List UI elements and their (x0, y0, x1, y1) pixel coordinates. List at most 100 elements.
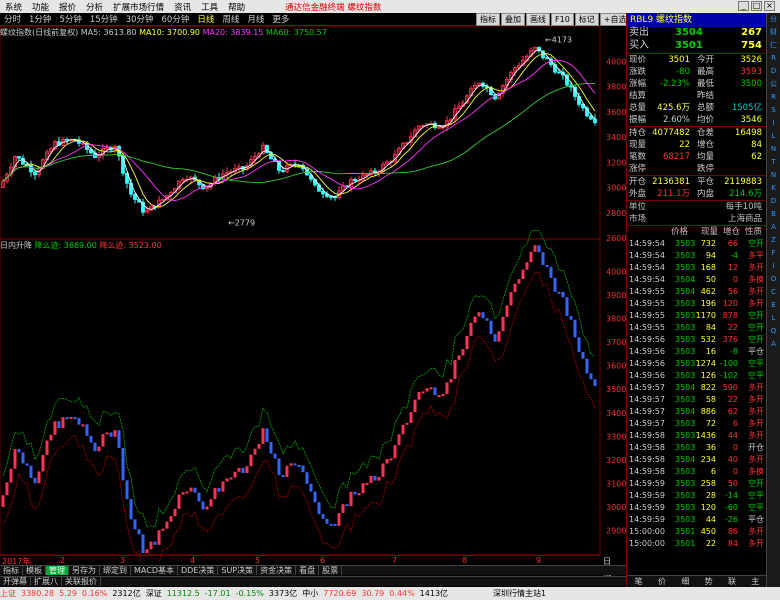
side-tool[interactable]: A (767, 338, 780, 351)
tab-watch[interactable]: 看盘 (296, 566, 320, 575)
step-bar (65, 417, 69, 420)
tick-row: 14:59:58 3503 1436 44 多开 (629, 431, 764, 440)
tab-fund[interactable]: 资金决策 (257, 566, 297, 575)
kline-chart[interactable]: 4000 3800 3600 3400 3200 3000 2800 2600 4000 390… (0, 26, 630, 562)
side-tool[interactable]: A (767, 221, 780, 234)
candle-body (353, 179, 357, 182)
step-bar (465, 335, 469, 350)
panel-tab-trade[interactable]: 笔 (627, 576, 650, 587)
tab-indicator[interactable]: 指标 (0, 566, 23, 575)
step-bar (181, 492, 185, 495)
tab-template[interactable]: 模板 (23, 566, 46, 575)
tab-related[interactable]: 关联报价 (62, 577, 101, 586)
quote-row: 涨跌 -80 最高 3593 (629, 67, 762, 77)
tick-row: 14:59:56 3503 16 -8 平仓 (629, 347, 764, 356)
period-3[interactable]: 5分钟 (55, 13, 85, 25)
buy-row: 买入 3501 754 (629, 40, 762, 51)
menu-info[interactable]: 资讯 (169, 1, 196, 13)
side-tool[interactable]: I (767, 117, 780, 130)
panel-tab-main[interactable]: 主 (744, 576, 767, 587)
side-tool[interactable]: E (767, 299, 780, 312)
side-tool[interactable]: 公 (767, 78, 780, 91)
panel-tab-link[interactable]: 联 (720, 576, 743, 587)
period-10[interactable]: 更多 (268, 13, 293, 25)
draw-button[interactable]: 画线 (526, 13, 550, 26)
menu-function[interactable]: 功能 (27, 1, 54, 13)
side-tool[interactable]: L (767, 130, 780, 143)
tick-list[interactable]: 14:59:54 3503 732 66 空开 14:59:54 3503 94 -4 多平 14:… (627, 238, 766, 550)
side-tool[interactable]: F (767, 247, 780, 260)
period-6[interactable]: 60分钟 (158, 13, 194, 25)
f10-button[interactable]: F10 (551, 13, 574, 26)
side-tool[interactable]: D (767, 195, 780, 208)
tick-row: 14:59:57 3504 886 62 多开 (629, 407, 764, 416)
period-2[interactable]: 1分钟 (25, 13, 55, 25)
tab-saveas[interactable]: 另存为 (69, 566, 100, 575)
side-tool[interactable]: N (767, 169, 780, 182)
step-bar (41, 454, 45, 472)
tab-ext8[interactable]: 扩展八 (31, 577, 62, 586)
tab-dde[interactable]: DDE决策 (178, 566, 219, 575)
step-bar (409, 412, 413, 423)
side-tool[interactable]: R (767, 91, 780, 104)
side-tool[interactable]: 仁 (767, 39, 780, 52)
side-tool[interactable]: R (767, 52, 780, 65)
tab-manage[interactable]: 管理 (46, 566, 69, 575)
period-5[interactable]: 30分钟 (122, 13, 158, 25)
period-9[interactable]: 月线 (243, 13, 268, 25)
side-tool[interactable]: N (767, 143, 780, 156)
step-bar (321, 513, 325, 519)
side-tool[interactable]: C (767, 286, 780, 299)
date-label: 7 (392, 556, 398, 565)
panel-tab-price[interactable]: 价 (650, 576, 673, 587)
tab-macd[interactable]: MACD基本 (131, 566, 178, 575)
side-tool[interactable]: B (767, 208, 780, 221)
minimize-icon[interactable]: _ (738, 1, 749, 11)
y-tick-label: 3200 (606, 158, 626, 167)
side-tool[interactable]: L (767, 312, 780, 325)
panel-tab-trend[interactable]: 势 (697, 576, 720, 587)
step-bar (97, 446, 101, 452)
side-tool[interactable]: 分 (767, 13, 780, 26)
side-tool[interactable]: T (767, 156, 780, 169)
close-icon[interactable]: × (764, 1, 775, 11)
side-tool[interactable]: I (767, 260, 780, 273)
menu-help[interactable]: 帮助 (223, 1, 250, 13)
indicator-button[interactable]: 指标 (476, 13, 500, 26)
side-tool[interactable]: Q (767, 325, 780, 338)
step-bar (121, 447, 125, 481)
side-tool[interactable]: S (767, 104, 780, 117)
side-tool[interactable]: 财 (767, 26, 780, 39)
step-bar (69, 417, 73, 420)
chart-title: 螺纹指数(日线前复权) (0, 28, 79, 37)
y-tick-label: 2600 (606, 234, 626, 243)
overlay-button[interactable]: 叠加 (501, 13, 525, 26)
app-window: 系统 功能 报价 分析 扩展市场行情 资讯 工具 帮助 通达信金融终端 螺纹指数… (0, 0, 780, 600)
maximize-icon[interactable]: □ (751, 1, 762, 11)
step-bar (405, 422, 409, 425)
tab-sup[interactable]: SUP决策 (218, 566, 258, 575)
tab-stock[interactable]: 股票 (319, 566, 343, 575)
menu-analysis[interactable]: 分析 (81, 1, 108, 13)
menu-tools[interactable]: 工具 (196, 1, 223, 13)
period-4[interactable]: 15分钟 (86, 13, 122, 25)
step-bar (293, 463, 297, 466)
period-1[interactable]: 分时 (0, 13, 25, 25)
period-7[interactable]: 日线 (193, 13, 218, 25)
side-tool[interactable]: D (767, 65, 780, 78)
menu-ext-market[interactable]: 扩展市场行情 (108, 1, 169, 13)
step-bar (185, 491, 189, 494)
mark-button[interactable]: 标记 (574, 13, 599, 26)
tab-danmaku[interactable]: 开弹幕 (0, 577, 31, 586)
side-tool[interactable]: K (767, 182, 780, 195)
step-bar (361, 483, 365, 494)
side-tool[interactable]: Z (767, 234, 780, 247)
side-tool[interactable]: O (767, 273, 780, 286)
period-8[interactable]: 周线 (218, 13, 243, 25)
panel-tab-detail[interactable]: 细 (674, 576, 697, 587)
menu-system[interactable]: 系统 (0, 1, 27, 13)
menu-quote[interactable]: 报价 (54, 1, 81, 13)
tab-bind[interactable]: 绑定到 (100, 566, 131, 575)
y-tick-label: 4000 (606, 57, 626, 66)
step-bar (393, 445, 397, 459)
